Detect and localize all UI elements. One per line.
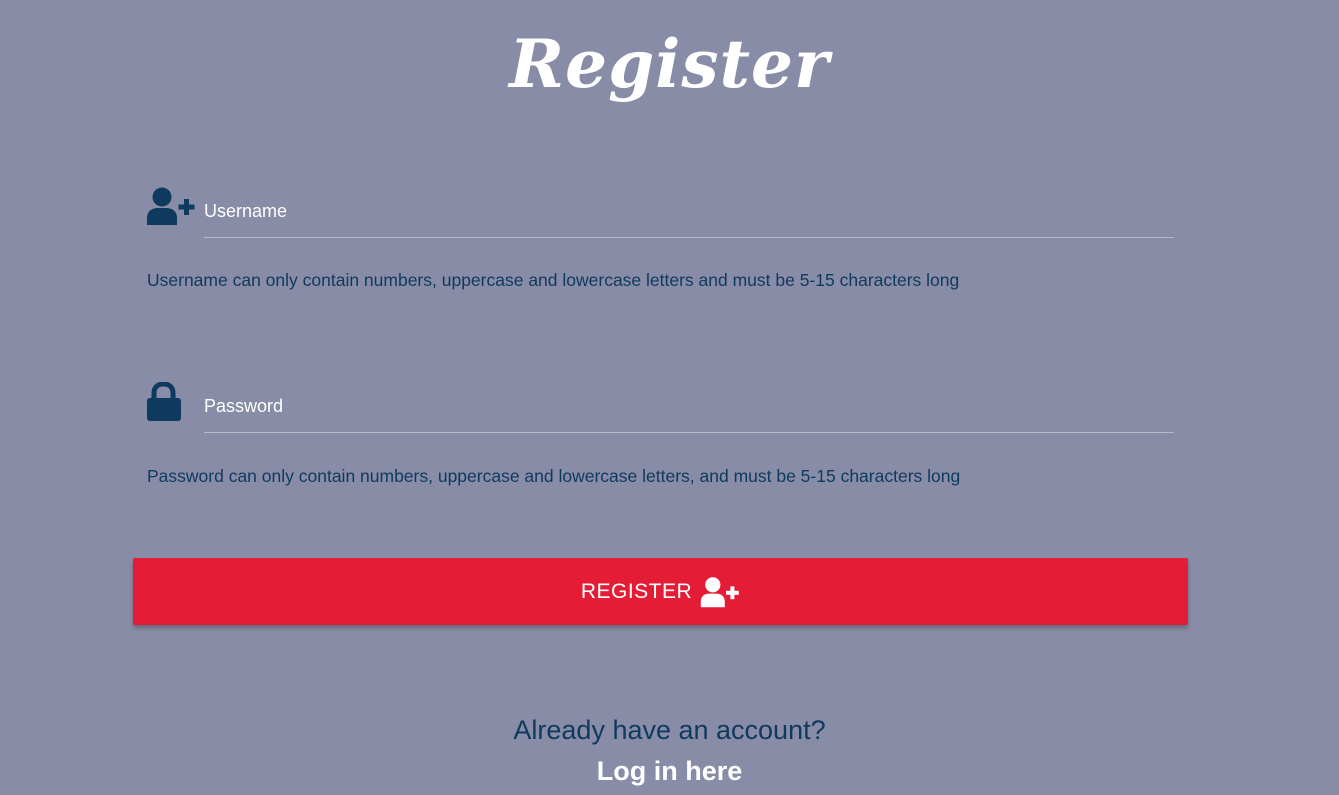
password-helper-text: Password can only contain numbers, upper… xyxy=(147,466,961,486)
username-helper-text: Username can only contain numbers, upper… xyxy=(147,270,960,290)
lock-icon xyxy=(146,381,196,422)
user-plus-icon xyxy=(700,576,740,608)
register-page: Register Username can only contain numbe… xyxy=(0,0,1339,795)
login-link-wrapper: Log in here xyxy=(0,752,1339,790)
password-input[interactable] xyxy=(204,380,1174,433)
page-title: Register xyxy=(509,25,830,103)
user-plus-icon xyxy=(146,186,196,226)
username-field-group xyxy=(146,185,1174,245)
login-link[interactable]: Log in here xyxy=(597,756,743,786)
register-button-label: REGISTER xyxy=(580,579,693,603)
register-button[interactable]: REGISTER xyxy=(133,558,1188,625)
password-field-group xyxy=(146,380,1174,440)
already-have-account-text: Already have an account? xyxy=(513,715,826,745)
username-input[interactable] xyxy=(204,185,1174,238)
